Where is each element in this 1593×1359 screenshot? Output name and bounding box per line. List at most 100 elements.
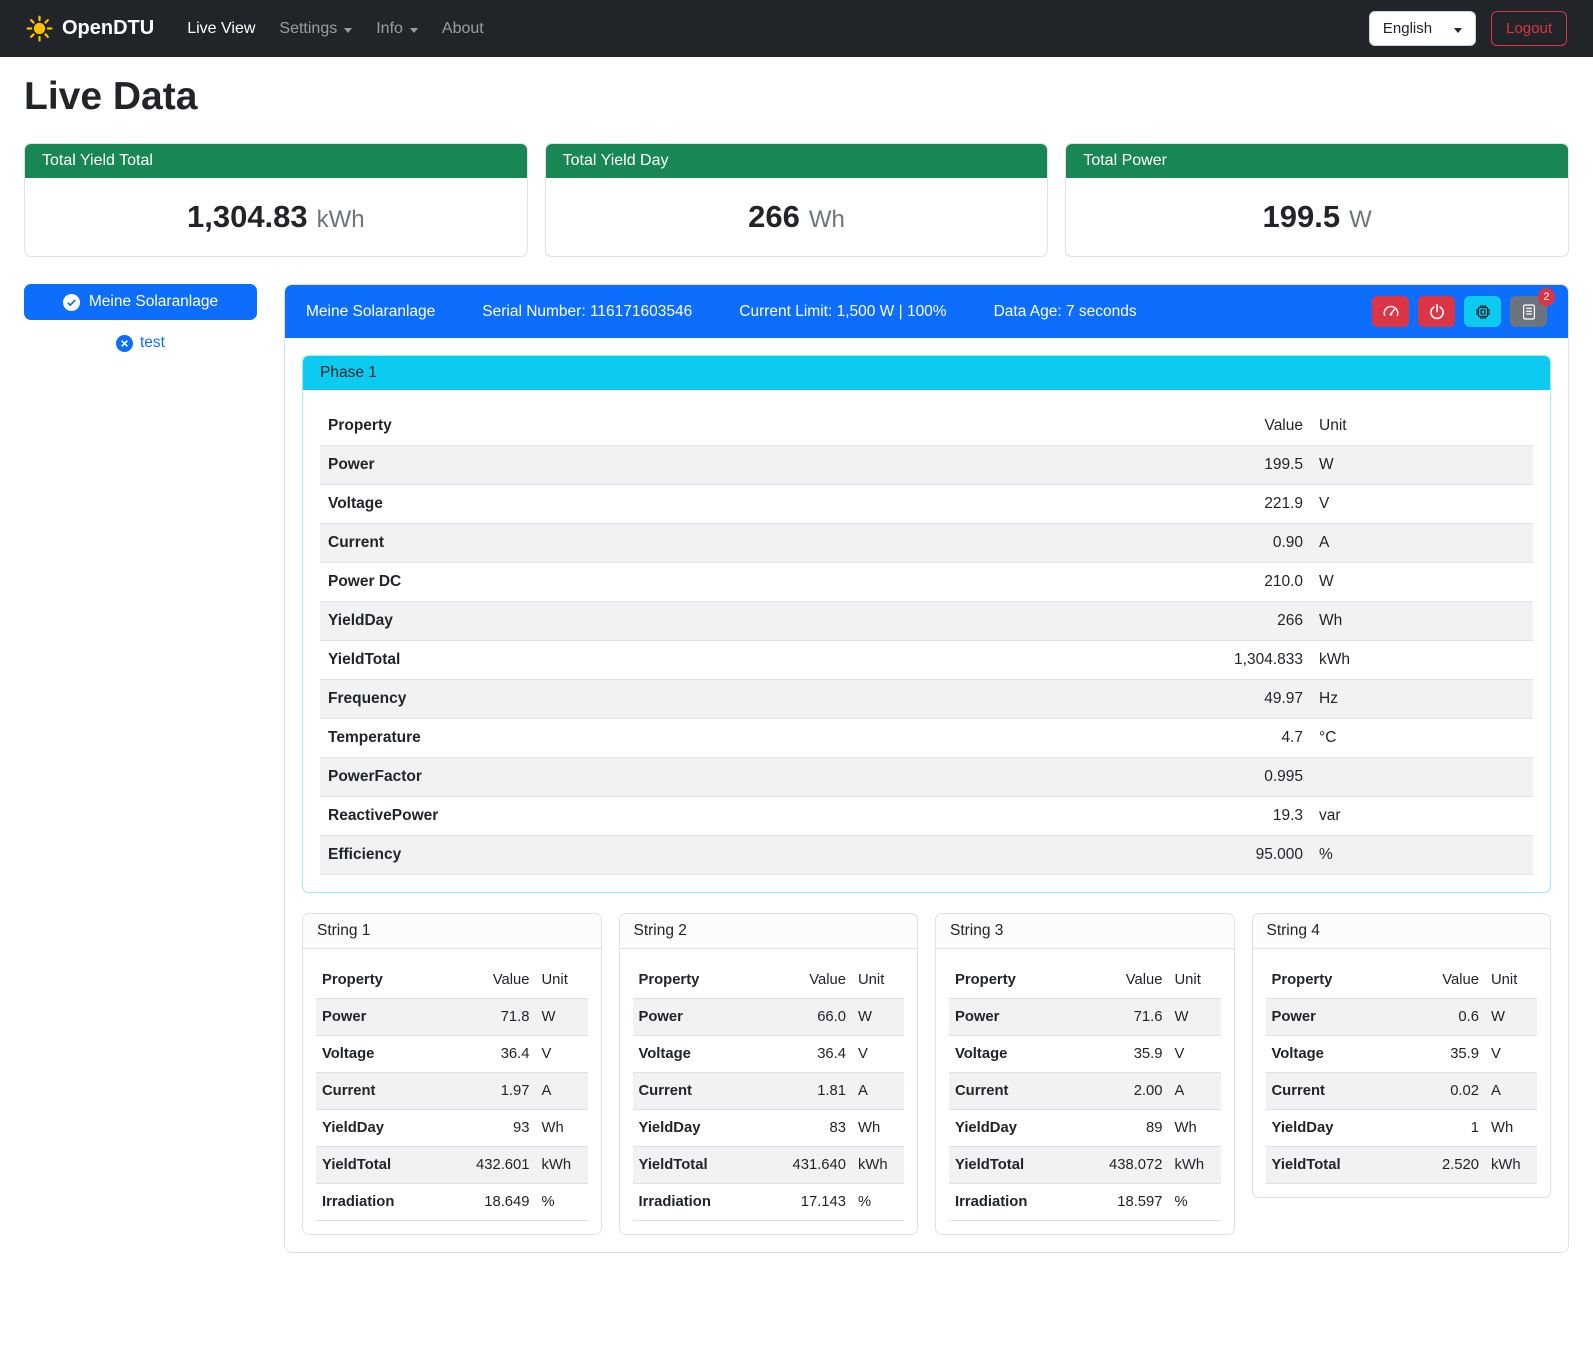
table-row: Power0.6W <box>1266 999 1538 1036</box>
cpu-icon <box>1474 303 1492 321</box>
column-header-value: Value <box>1161 407 1311 446</box>
table-row: YieldDay89Wh <box>949 1110 1221 1147</box>
value-cell: 36.4 <box>776 1036 852 1073</box>
main-row: Meine Solaranlage test Meine Solaranlage <box>24 284 1569 1253</box>
unit-cell: kWh <box>536 1147 588 1184</box>
property-cell: PowerFactor <box>320 758 1161 797</box>
property-cell: YieldTotal <box>633 1147 777 1184</box>
string-card-title: String 2 <box>620 914 918 949</box>
phase-card-title: Phase 1 <box>303 356 1550 390</box>
value-cell: 89 <box>1093 1110 1169 1147</box>
power-button[interactable] <box>1418 296 1455 327</box>
property-cell: Current <box>1266 1073 1410 1110</box>
value-cell: 93 <box>460 1110 536 1147</box>
summary-row: Total Yield Total 1,304.83kWh Total Yiel… <box>24 143 1569 257</box>
column-header-property: Property <box>316 962 460 999</box>
inverter-panel-body: Phase 1 Property Value Unit <box>285 338 1568 1252</box>
column-header-property: Property <box>320 407 1161 446</box>
table-row: YieldTotal432.601kWh <box>316 1147 588 1184</box>
table-row: Current0.02A <box>1266 1073 1538 1110</box>
table-row: Frequency49.97Hz <box>320 680 1533 719</box>
brand[interactable]: OpenDTU <box>26 15 154 42</box>
property-cell: Power <box>316 999 460 1036</box>
string-card-body: Property Value Unit Power0.6WVoltage35.9… <box>1253 949 1551 1197</box>
sidebar-inverter-selected[interactable]: Meine Solaranlage <box>24 284 257 320</box>
value-cell: 66.0 <box>776 999 852 1036</box>
table-header-row: Property Value Unit <box>316 962 588 999</box>
property-cell: Voltage <box>320 485 1161 524</box>
string-card-3: String 3 Property Value Unit <box>935 913 1235 1235</box>
string-table: Property Value Unit Power71.6WVoltage35.… <box>949 962 1221 1221</box>
property-cell: Voltage <box>1266 1036 1410 1073</box>
language-select[interactable]: English <box>1369 11 1476 46</box>
property-cell: YieldTotal <box>1266 1147 1410 1184</box>
nav-item-about[interactable]: About <box>435 12 491 46</box>
device-info-button[interactable] <box>1464 296 1501 327</box>
inverter-sidebar: Meine Solaranlage test <box>24 284 257 353</box>
table-header-row: Property Value Unit <box>949 962 1221 999</box>
unit-cell: % <box>536 1184 588 1221</box>
phase-card-body: Property Value Unit Power199.5WVoltage22… <box>303 390 1550 892</box>
nav-item-settings[interactable]: Settings <box>272 12 359 46</box>
table-row: Voltage36.4V <box>316 1036 588 1073</box>
unit-cell: V <box>1485 1036 1537 1073</box>
property-cell: Power <box>949 999 1093 1036</box>
check-circle-icon <box>63 294 80 311</box>
property-cell: Voltage <box>949 1036 1093 1073</box>
summary-card-total-power: Total Power 199.5W <box>1065 143 1569 257</box>
unit-cell: % <box>1311 836 1533 875</box>
nav-item-settings-label: Settings <box>279 20 337 38</box>
summary-unit: Wh <box>809 206 845 233</box>
unit-cell: kWh <box>1485 1147 1537 1184</box>
table-row: Voltage221.9V <box>320 485 1533 524</box>
summary-value: 266 <box>748 199 800 234</box>
string-table: Property Value Unit Power71.8WVoltage36.… <box>316 962 588 1221</box>
limit-settings-button[interactable] <box>1372 296 1409 327</box>
table-row: Irradiation18.649% <box>316 1184 588 1221</box>
table-row: Irradiation17.143% <box>633 1184 905 1221</box>
property-cell: YieldDay <box>320 602 1161 641</box>
property-cell: Irradiation <box>949 1184 1093 1221</box>
value-cell: 49.97 <box>1161 680 1311 719</box>
content: Live Data Total Yield Total 1,304.83kWh … <box>0 57 1593 1279</box>
page-title: Live Data <box>24 75 1569 119</box>
property-cell: YieldDay <box>1266 1110 1410 1147</box>
table-row: Current1.81A <box>633 1073 905 1110</box>
value-cell: 1,304.833 <box>1161 641 1311 680</box>
unit-cell: Wh <box>536 1110 588 1147</box>
column-header-unit: Unit <box>1311 407 1533 446</box>
sidebar-inverter-selected-label: Meine Solaranlage <box>89 293 218 311</box>
logout-button[interactable]: Logout <box>1491 11 1567 46</box>
value-cell: 221.9 <box>1161 485 1311 524</box>
property-cell: Irradiation <box>633 1184 777 1221</box>
value-cell: 1.81 <box>776 1073 852 1110</box>
value-cell: 17.143 <box>776 1184 852 1221</box>
value-cell: 19.3 <box>1161 797 1311 836</box>
unit-cell: % <box>852 1184 904 1221</box>
unit-cell: % <box>1169 1184 1221 1221</box>
inverter-header-actions: 2 <box>1372 296 1547 327</box>
unit-cell: A <box>852 1073 904 1110</box>
table-row: Current0.90A <box>320 524 1533 563</box>
value-cell: 0.6 <box>1409 999 1485 1036</box>
value-cell: 1 <box>1409 1110 1485 1147</box>
sidebar-inverter-test[interactable]: test <box>110 333 171 353</box>
string-table: Property Value Unit Power0.6WVoltage35.9… <box>1266 962 1538 1184</box>
column-header-unit: Unit <box>536 962 588 999</box>
value-cell: 18.597 <box>1093 1184 1169 1221</box>
gauge-icon <box>1382 303 1400 321</box>
nav-item-live-view[interactable]: Live View <box>180 12 262 46</box>
property-cell: YieldDay <box>316 1110 460 1147</box>
unit-cell: V <box>1311 485 1533 524</box>
summary-unit: kWh <box>317 206 365 233</box>
value-cell: 431.640 <box>776 1147 852 1184</box>
event-log-button[interactable]: 2 <box>1510 296 1547 327</box>
unit-cell: W <box>536 999 588 1036</box>
table-row: Efficiency95.000% <box>320 836 1533 875</box>
nav-item-info[interactable]: Info <box>369 12 425 46</box>
sun-icon <box>26 15 53 42</box>
table-header-row: Property Value Unit <box>633 962 905 999</box>
table-row: YieldDay83Wh <box>633 1110 905 1147</box>
property-cell: Power <box>633 999 777 1036</box>
unit-cell: Wh <box>1311 602 1533 641</box>
